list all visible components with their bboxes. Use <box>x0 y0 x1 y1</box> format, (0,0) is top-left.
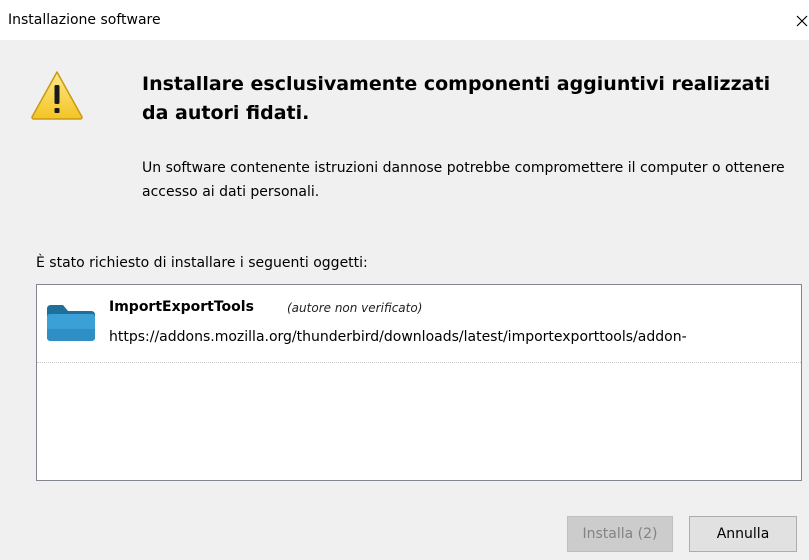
warning-description: Un software contenente istruzioni dannos… <box>142 160 785 200</box>
folder-icon <box>47 305 95 341</box>
window-title: Installazione software <box>8 12 161 28</box>
install-list-label: È stato richiesto di installare i seguen… <box>36 255 368 271</box>
addon-verification-status: (autore non verificato) <box>287 301 423 315</box>
addon-url: https://addons.mozilla.org/thunderbird/d… <box>109 329 687 345</box>
install-items-list[interactable]: ImportExportTools (autore non verificato… <box>36 284 802 481</box>
title-bar: Installazione software <box>0 0 809 40</box>
warning-heading: Installare esclusivamente componenti agg… <box>142 73 771 124</box>
install-button[interactable]: Installa (2) <box>567 516 673 552</box>
addon-name: ImportExportTools <box>109 299 254 315</box>
warning-triangle-icon <box>31 71 83 120</box>
cancel-button[interactable]: Annulla <box>689 516 797 552</box>
list-item[interactable]: ImportExportTools (autore non verificato… <box>37 285 801 363</box>
close-icon[interactable] <box>794 13 809 29</box>
